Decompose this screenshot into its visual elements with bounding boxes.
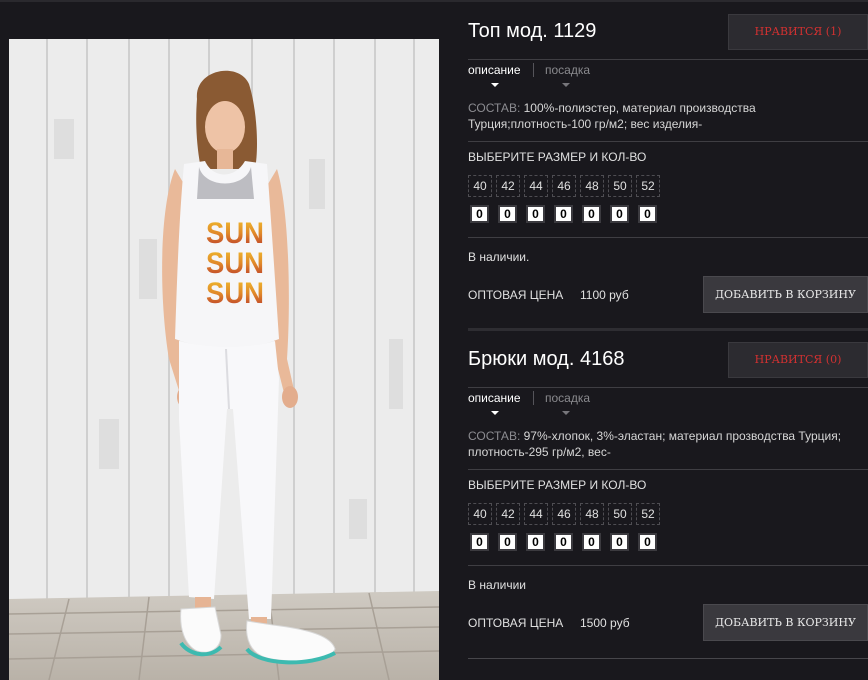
composition-text: СОСТАВ: 97%-хлопок, 3%-эластан; материал… <box>468 428 863 460</box>
composition-label: СОСТАВ: <box>468 429 521 443</box>
quantity-input[interactable]: 0 <box>610 205 629 223</box>
like-button[interactable]: НРАВИТСЯ (1) <box>728 14 868 50</box>
size-header: ВЫБЕРИТЕ РАЗМЕР И КОЛ-ВО <box>468 478 647 492</box>
quantity-input[interactable]: 0 <box>498 205 517 223</box>
section-divider <box>468 469 868 470</box>
product-title: Топ мод. 1129 <box>468 20 597 42</box>
product-title: Брюки мод. 4168 <box>468 348 625 370</box>
size-option: 50 <box>608 503 632 525</box>
size-option: 46 <box>552 503 576 525</box>
stock-status: В наличии. <box>468 250 530 264</box>
section-divider <box>468 141 868 142</box>
tab-description[interactable]: описание <box>468 391 521 405</box>
size-option: 52 <box>636 503 660 525</box>
product-tabs: описание посадка <box>468 387 868 419</box>
product-card-pants: Брюки мод. 4168 НРАВИТСЯ (0) описание по… <box>468 342 868 662</box>
size-header: ВЫБЕРИТЕ РАЗМЕР И КОЛ-ВО <box>468 150 647 164</box>
product-divider <box>468 658 868 659</box>
size-option: 52 <box>636 175 660 197</box>
composition-line-1: 100%-полиэстер, материал производства <box>523 101 756 115</box>
price-value: 1500 руб <box>580 616 630 630</box>
quantity-input[interactable]: 0 <box>498 533 517 551</box>
tab-fit-arrow-icon <box>562 83 570 87</box>
quantity-input[interactable]: 0 <box>582 533 601 551</box>
size-option: 40 <box>468 175 492 197</box>
size-option: 44 <box>524 175 548 197</box>
product-photo: SUN SUN SUN <box>9 39 439 680</box>
tab-description-arrow-icon <box>491 411 499 415</box>
quantity-input[interactable]: 0 <box>582 205 601 223</box>
tab-description-arrow-icon <box>491 83 499 87</box>
size-option: 48 <box>580 175 604 197</box>
composition-text: СОСТАВ: 100%-полиэстер, материал произво… <box>468 100 863 132</box>
composition-line-1: 97%-хлопок, 3%-эластан; материал прозвод… <box>523 429 842 443</box>
tabs-divider <box>468 59 868 60</box>
quantity-input[interactable]: 0 <box>470 205 489 223</box>
stock-status: В наличии <box>468 578 527 592</box>
quantity-input[interactable]: 0 <box>610 533 629 551</box>
size-option: 48 <box>580 503 604 525</box>
quantity-input[interactable]: 0 <box>526 205 545 223</box>
size-option: 46 <box>552 175 576 197</box>
tab-description[interactable]: описание <box>468 63 521 77</box>
size-option: 44 <box>524 503 548 525</box>
quantity-input[interactable]: 0 <box>638 205 657 223</box>
shirt-print-line-2: SUN <box>206 247 264 280</box>
quantity-input[interactable]: 0 <box>470 533 489 551</box>
tab-fit[interactable]: посадка <box>533 391 590 405</box>
add-to-cart-button[interactable]: ДОБАВИТЬ В КОРЗИНУ <box>703 604 868 641</box>
tab-fit[interactable]: посадка <box>533 63 590 77</box>
like-button[interactable]: НРАВИТСЯ (0) <box>728 342 868 378</box>
section-divider <box>468 237 868 238</box>
product-divider <box>468 328 868 331</box>
quantity-input[interactable]: 0 <box>554 533 573 551</box>
composition-label: СОСТАВ: <box>468 101 521 115</box>
quantity-input[interactable]: 0 <box>526 533 545 551</box>
size-option: 50 <box>608 175 632 197</box>
price-label: ОПТОВАЯ ЦЕНА <box>468 288 564 302</box>
top-border <box>0 0 868 2</box>
shirt-print-line-3: SUN <box>206 277 264 310</box>
quantity-input[interactable]: 0 <box>638 533 657 551</box>
tab-fit-arrow-icon <box>562 411 570 415</box>
product-tabs: описание посадка <box>468 59 868 91</box>
product-card-top: Топ мод. 1129 НРАВИТСЯ (1) описание поса… <box>468 14 868 334</box>
size-option: 42 <box>496 175 520 197</box>
size-option: 40 <box>468 503 492 525</box>
size-option: 42 <box>496 503 520 525</box>
tabs-divider <box>468 387 868 388</box>
price-label: ОПТОВАЯ ЦЕНА <box>468 616 564 630</box>
composition-line-2: плотность-295 гр/м2, вес- <box>468 445 611 459</box>
quantity-input[interactable]: 0 <box>554 205 573 223</box>
add-to-cart-button[interactable]: ДОБАВИТЬ В КОРЗИНУ <box>703 276 868 313</box>
price-value: 1100 руб <box>580 288 629 302</box>
section-divider <box>468 565 868 566</box>
shirt-print-line-1: SUN <box>206 217 264 250</box>
composition-line-2: Турция;плотность-100 гр/м2; вес изделия- <box>468 117 703 131</box>
